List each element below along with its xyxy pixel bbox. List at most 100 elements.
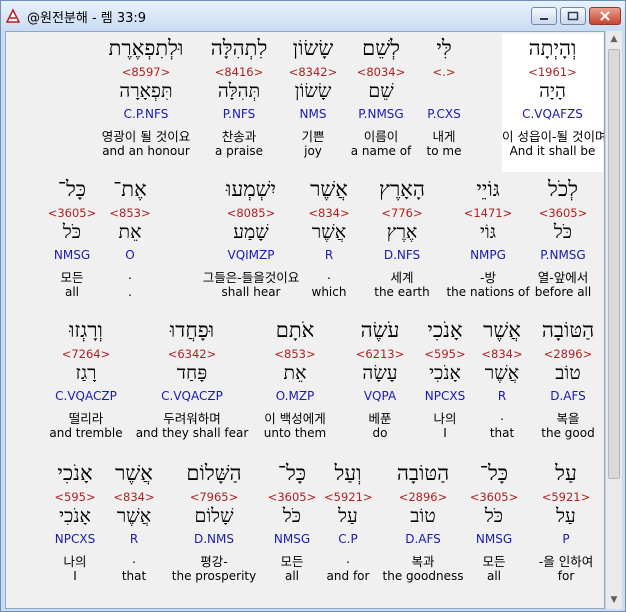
morphology-code: D.NFS [383,248,421,262]
word-column[interactable]: יִשְׁמְעוּ <8085> שָׁמַע VQIMZP 그들은-들을것이요 sha… [178,175,324,313]
korean-gloss: 복을 [556,411,580,426]
word-column[interactable]: לְכֹל <3605> כֹּל P.NMSG 열-앞에서 before all [526,175,600,313]
strong-number[interactable]: <1961> [502,65,603,79]
morphology-code: R [129,532,139,546]
korean-gloss: 평강- [200,554,228,569]
strong-number[interactable]: <3605> [44,206,100,220]
hebrew-lemma: אָנֹכִי [59,505,91,527]
word-column[interactable]: כָּל־ <3605> כֹּל NMSG 모든 all [44,175,100,313]
hebrew-lemma: גּוֹי [479,221,497,243]
english-gloss: to me [426,144,462,158]
strong-number[interactable]: <834> [108,490,160,504]
morphology-code: O [125,248,135,262]
minimize-button[interactable] [531,7,557,25]
strong-number[interactable]: <5921> [530,490,602,504]
english-gloss: the goodness [382,569,464,583]
hebrew-lemma: טוֹב [555,362,581,384]
korean-gloss: 모든 [482,554,506,569]
strong-number[interactable]: <.> [422,65,466,79]
english-gloss: that [121,569,147,583]
hebrew-word: הַטּוֹבָה [541,318,595,342]
word-column[interactable]: אֶת־ <853> אֵת O.. [104,175,156,313]
korean-gloss: 이 백성에게 [264,411,326,426]
hebrew-word: עַל [555,461,577,485]
morphology-code: P.NFS [222,107,256,121]
word-column[interactable]: וְהָיְתָה <1961> הָיָה C.VQAFZS 이 성읍이-될 것이며 A… [502,34,604,172]
title-bar[interactable]: @원전분해 - 렘 33:9 [1,1,625,31]
vertical-scrollbar[interactable]: ▲ ▼ [605,31,622,609]
maximize-button[interactable] [560,7,586,25]
strong-number[interactable]: <7264> [44,347,128,361]
word-column[interactable]: אֲשֶׁר <834> אֲשֶׁר R. that [108,459,160,597]
word-column[interactable]: לִּי <.> P.CXS 내게 to me [422,34,466,172]
strong-number[interactable]: <2896> [374,490,472,504]
english-gloss: And it shall be [509,144,596,158]
strong-number[interactable]: <7965> [164,490,264,504]
morphology-code: NMSG [475,532,513,546]
strong-number[interactable]: <8416> [198,65,280,79]
maximize-icon [567,11,579,21]
morphology-code: NPCXS [54,532,96,546]
word-column[interactable]: אָנֹכִי <595> אָנֹכִי NPCXS 나의 I [416,316,474,454]
word-column[interactable]: אֲשֶׁר <834> אֲשֶׁר R. that [472,316,532,454]
strong-number[interactable]: <5921> [324,490,373,504]
word-column[interactable]: שָׂשׂוֹן <8342> שָׂשׂוֹן NMS 기쁜 joy [284,34,342,172]
word-column[interactable]: כָּל־ <3605> כֹּל NMSG 모든 all [466,459,522,597]
word-column[interactable]: הַטּוֹבָה <2896> טוֹב D.AFS 복과 the goodness [374,459,472,597]
hebrew-lemma: כֹּל [282,505,302,527]
strong-number[interactable]: <595> [416,347,474,361]
english-gloss: and they shall fear [135,426,249,440]
english-gloss: and an honour [102,144,190,158]
word-column[interactable]: הָאָרֶץ <776> אֶרֶץ D.NFS 세계 the earth [364,175,440,313]
strong-number[interactable]: <3605> [526,206,600,220]
word-column[interactable]: לִתְהִלָּה <8416> תְּהִלָּה P.NFS 찬송과 a prais… [198,34,280,172]
scroll-thumb[interactable] [608,49,620,479]
hebrew-lemma: אֲשֶׁר [484,362,520,384]
close-button[interactable] [589,7,621,25]
morphology-code: C.VQACZP [55,389,117,403]
hebrew-lemma: שֵׁם [368,80,394,102]
word-column[interactable]: אֹתָם <853> אֵת O.MZP 이 백성에게 unto them [252,316,338,454]
word-column[interactable]: וּלְתִפְאֶרֶת <8597> תִּפְאָרָה C.P.NFS 영광이 … [96,34,196,172]
word-column[interactable]: הַטּוֹבָה <2896> טוֹב D.AFS 복을 the good [536,316,600,454]
morphology-code: D.AFS [550,389,586,403]
strong-number[interactable]: <3605> [264,490,320,504]
korean-gloss: 나의 [433,411,457,426]
strong-number[interactable]: <776> [364,206,440,220]
strong-number[interactable]: <8597> [96,65,196,79]
korean-gloss: 이름이 [363,129,399,144]
strong-number[interactable]: <834> [472,347,532,361]
strong-number[interactable]: <6213> [348,347,412,361]
english-gloss: and for [326,569,370,583]
strong-number[interactable]: <2896> [536,347,600,361]
word-column[interactable]: עַל <5921> עַל P -을 인하여 for [530,459,602,597]
word-column[interactable]: גּוֹיֵי <1471> גּוֹי NMPG -방 the nations of [442,175,534,313]
interlinear-view[interactable]: וְהָיְתָה <1961> הָיָה C.VQAFZS 이 성읍이-될 것이며 A… [5,31,605,609]
strong-number[interactable]: <853> [252,347,338,361]
word-column[interactable]: וְרָגְזוּ <7264> רָגַז C.VQACZP 떨리라 and tremb… [44,316,128,454]
word-column[interactable]: וְעַל <5921> עַל C.P. and for [324,459,373,597]
strong-number[interactable]: <595> [42,490,108,504]
strong-number[interactable]: <8342> [284,65,342,79]
scroll-down-icon[interactable]: ▼ [606,592,622,609]
strong-number[interactable]: <1471> [442,206,534,220]
english-gloss: I [443,426,447,440]
strong-number[interactable]: <8085> [178,206,324,220]
strong-number[interactable]: <3605> [466,490,522,504]
hebrew-word: אֲשֶׁר [483,318,521,342]
morphology-code: P.NMSG [540,248,586,262]
strong-number[interactable]: <8034> [342,65,420,79]
strong-number[interactable]: <6342> [134,347,250,361]
hebrew-word: גּוֹיֵי [476,177,500,201]
scroll-up-icon[interactable]: ▲ [606,31,622,48]
hebrew-lemma: רָגַז [75,362,97,384]
word-column[interactable]: כָּל־ <3605> כֹּל NMSG 모든 all [264,459,320,597]
strong-number[interactable]: <853> [104,206,156,220]
english-gloss: the nations of [446,285,530,299]
word-column[interactable]: עֹשֶׂה <6213> עָשָׂה VQPA 베푼 do [348,316,412,454]
word-column[interactable]: אָנֹכִי <595> אָנֹכִי NPCXS 나의 I [42,459,108,597]
hebrew-lemma: שָׂשׂוֹן [294,80,332,102]
word-column[interactable]: לְשֵׁם <8034> שֵׁם P.NMSG 이름이 a name of [342,34,420,172]
word-column[interactable]: הַשָּׁלוֹם <7965> שָׁלוֹם D.NMS 평강-the prosp… [164,459,264,597]
word-column[interactable]: וּפָחֲדוּ <6342> פָּחַד C.VQACZP 두려워하며 and th… [134,316,250,454]
